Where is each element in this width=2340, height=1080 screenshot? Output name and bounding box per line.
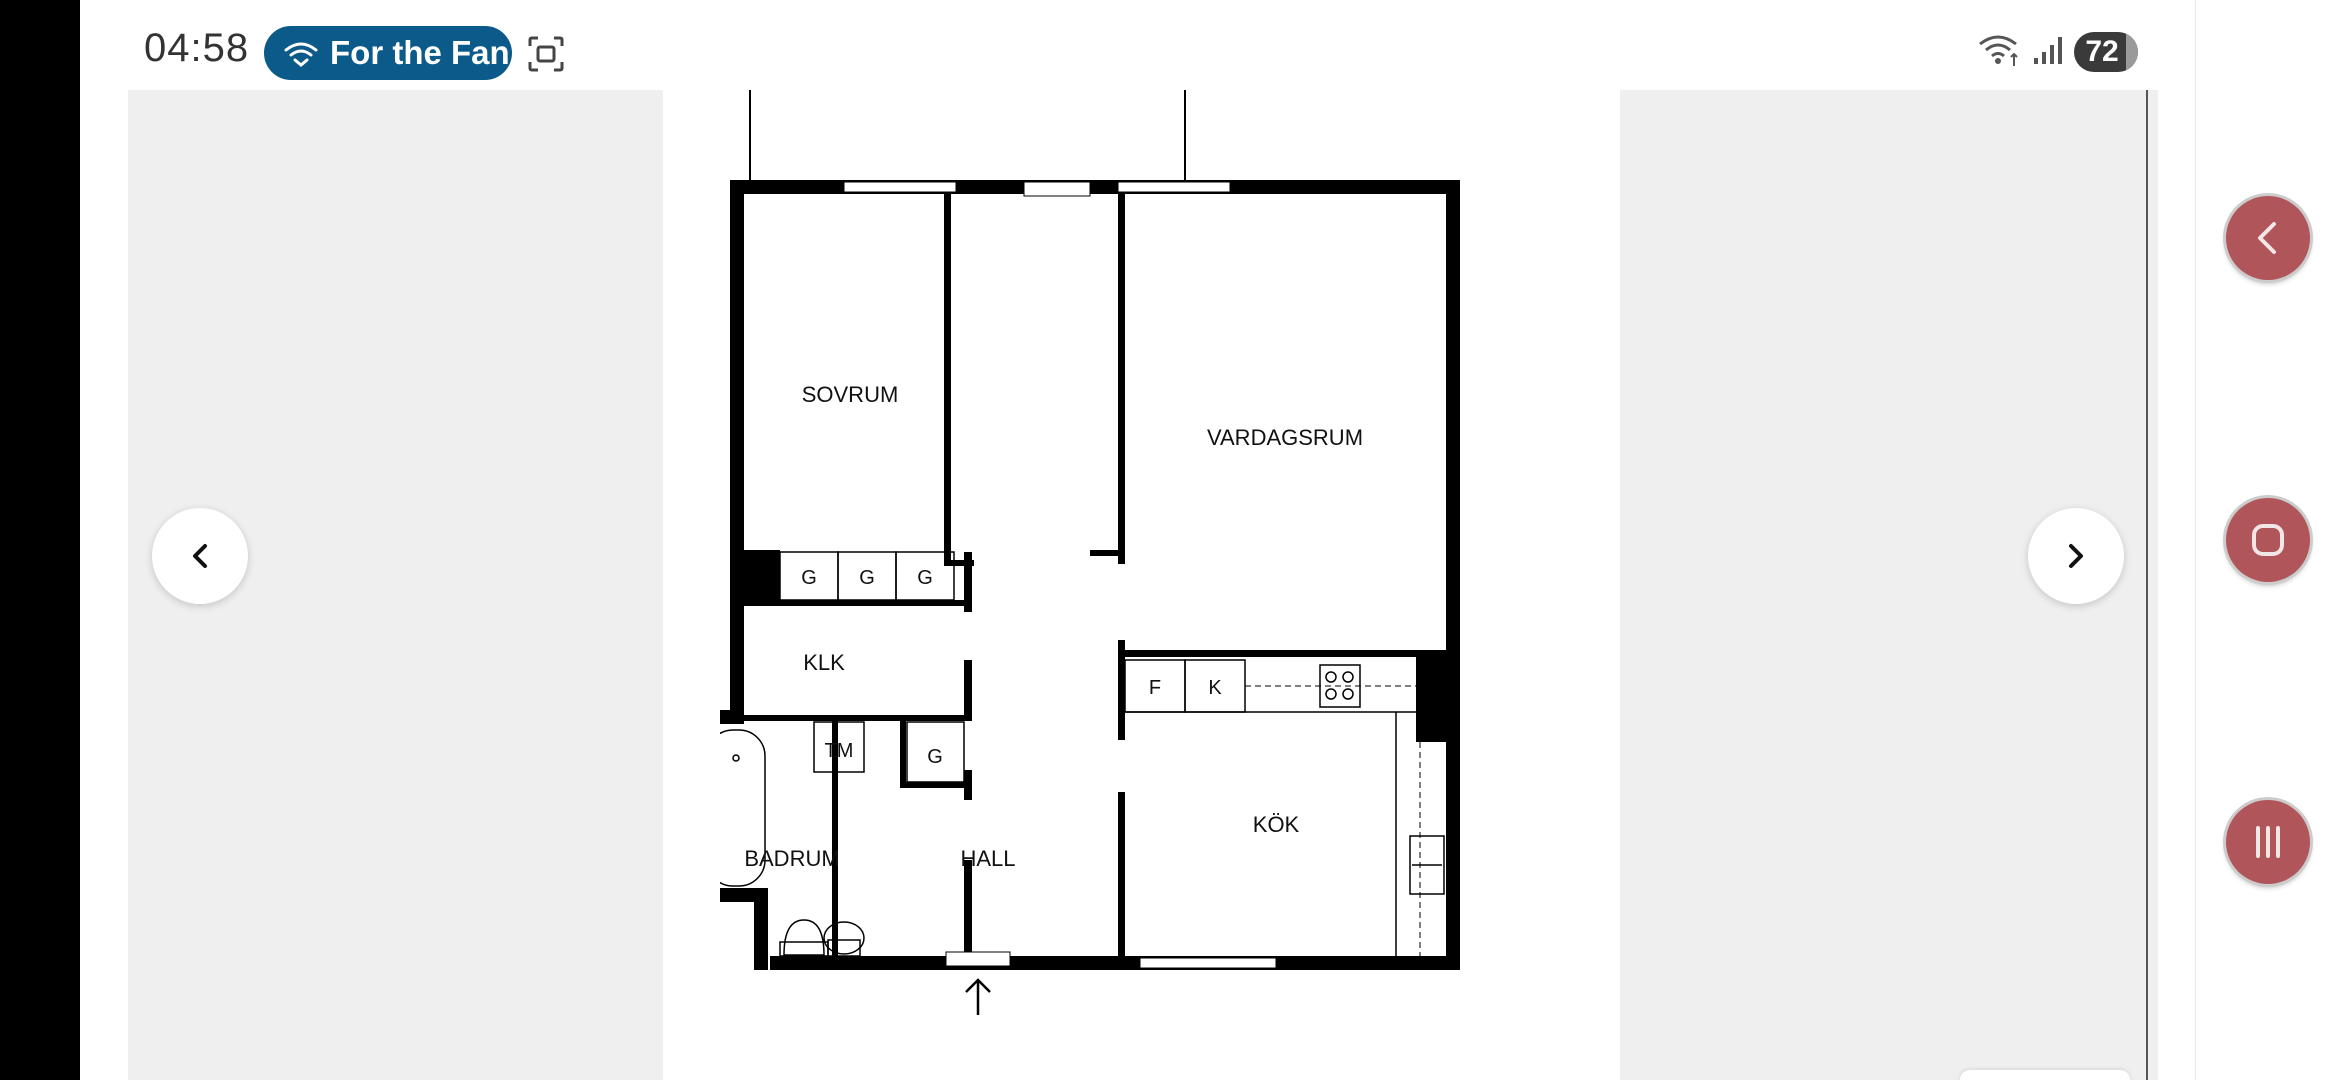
fixture-label-g3: G — [917, 567, 933, 589]
room-label-klk: KLK — [803, 650, 845, 675]
back-icon — [2258, 222, 2276, 254]
status-time: 04:58 — [144, 26, 250, 70]
chevron-right-icon — [2069, 544, 2083, 568]
nav-home-button[interactable] — [2226, 498, 2310, 582]
room-label-badrum: BADRUM — [744, 846, 839, 871]
room-label-sovrum: SOVRUM — [802, 382, 899, 407]
bottom-sheet-hint[interactable] — [1960, 1070, 2130, 1080]
next-image-button[interactable] — [2028, 508, 2124, 604]
screenshot-icon[interactable] — [526, 34, 566, 74]
fixture-label-g4: G — [927, 746, 943, 768]
floorplan-image: SOVRUM VARDAGSRUM KLK BADRUM HALL KÖK G … — [690, 0, 1580, 1080]
room-label-vardagsrum: VARDAGSRUM — [1207, 425, 1363, 450]
signal-icon — [2032, 34, 2064, 71]
chevron-left-icon — [193, 544, 207, 568]
battery-level: 72 — [2085, 35, 2119, 68]
fixture-label-tm: TM — [825, 740, 854, 762]
recents-icon — [2256, 826, 2280, 858]
system-nav-panel — [2195, 0, 2340, 1080]
media-pill[interactable]: For the Fan — [264, 26, 512, 80]
entrance-arrow-icon — [965, 978, 991, 1015]
status-icons: 72 — [1978, 30, 2138, 74]
left-black-bar — [0, 0, 80, 1080]
room-label-hall: HALL — [960, 846, 1015, 871]
nav-recents-button[interactable] — [2226, 800, 2310, 884]
app-screen: SOVRUM VARDAGSRUM KLK BADRUM HALL KÖK G … — [80, 0, 2195, 1080]
media-pill-label: For the Fan — [330, 34, 510, 71]
fixture-label-g2: G — [859, 567, 875, 589]
battery-indicator: 72 — [2074, 32, 2138, 72]
fixture-label-g1: G — [801, 567, 817, 589]
fixture-label-k: K — [1208, 677, 1222, 699]
prev-image-button[interactable] — [152, 508, 248, 604]
wifi-icon — [1978, 32, 2022, 73]
broadcast-icon — [278, 30, 324, 76]
home-icon — [2252, 524, 2284, 556]
room-label-kok: KÖK — [1253, 812, 1300, 837]
viewer-edge — [2146, 90, 2148, 1080]
fixture-label-f: F — [1149, 677, 1161, 699]
nav-back-button[interactable] — [2226, 196, 2310, 280]
